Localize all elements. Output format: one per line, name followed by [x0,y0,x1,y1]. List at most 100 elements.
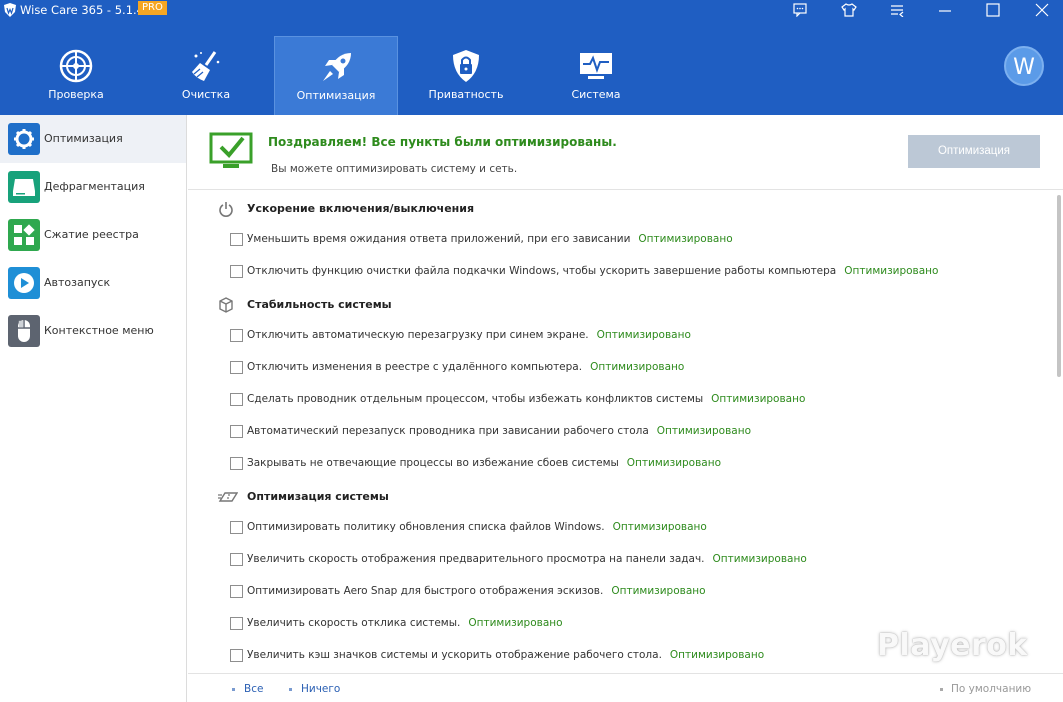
checkbox[interactable] [230,649,243,662]
title-bar: Wise Care 365 - 5.1.4 PRO [0,0,1063,20]
maximize-button[interactable] [977,0,1009,20]
registry-icon [8,219,40,251]
checkbox[interactable] [230,585,243,598]
sidebar-item-label: Сжатие реестра [44,228,139,241]
item-label: Оптимизировать Aero Snap для быстрого от… [247,585,604,597]
section-title: Стабильность системы [247,298,392,311]
default-link[interactable]: По умолчанию [951,683,1031,695]
status-label: Оптимизировано [468,617,563,629]
watermark: Playerok [877,628,1028,663]
checkbox[interactable] [230,265,243,278]
item-label: Закрывать не отвечающие процессы во избе… [247,457,619,469]
power-icon [219,202,233,217]
select-all-link[interactable]: Все [244,683,263,695]
sidebar-item-label: Оптимизация [44,132,123,145]
item-label: Увеличить скорость отображения предварит… [247,553,705,565]
main-panel: Поздравляем! Все пункты были оптимизиров… [188,115,1063,702]
checkbox[interactable] [230,233,243,246]
banner-title: Поздравляем! Все пункты были оптимизиров… [268,135,617,149]
tab-scan-label: Проверка [48,88,104,101]
item-label: Увеличить кэш значков системы и ускорить… [247,649,662,661]
section-title: Оптимизация системы [247,490,389,503]
minimize-icon [939,10,951,12]
select-none-link[interactable]: Ничего [301,683,340,695]
shirt-icon [841,3,857,17]
checkbox[interactable] [230,425,243,438]
tab-optimize[interactable]: Оптимизация [274,36,398,115]
monitor-icon [580,53,612,79]
status-label: Оптимизировано [711,393,806,405]
section-title: Ускорение включения/выключения [247,202,475,215]
item-label: Оптимизировать политику обновления списк… [247,521,605,533]
tab-scan[interactable]: Проверка [14,36,138,115]
user-avatar[interactable]: W [1004,46,1044,86]
banner-subtitle: Вы можете оптимизировать систему и сеть. [271,163,518,175]
checkbox[interactable] [230,457,243,470]
item-label: Автоматический перезапуск проводника при… [247,425,649,437]
checkbox[interactable] [230,361,243,374]
bullet-icon [232,688,235,691]
app-logo-icon [4,3,16,17]
check-monitor-icon [209,132,253,168]
tab-optimize-label: Оптимизация [296,89,376,102]
status-label: Оптимизировано [844,265,939,277]
close-button[interactable] [1026,0,1058,20]
close-icon [1035,3,1049,17]
sidebar-item-defrag[interactable]: Дефрагментация [0,163,186,211]
item-label: Уменьшить время ожидания ответа приложен… [247,233,631,245]
bullet-icon [289,688,292,691]
sidebar-item-startup[interactable]: Автозапуск [0,259,186,307]
sidebar-item-context-menu[interactable]: Контекстное меню [0,307,186,355]
maximize-icon [986,3,1000,17]
checkbox[interactable] [230,617,243,630]
sidebar-item-optimize[interactable]: Оптимизация [0,115,186,163]
item-label: Отключить изменения в реестре с удалённо… [247,361,583,373]
tab-system-label: Система [571,88,621,101]
disk-icon [8,171,40,203]
cube-icon [219,297,233,313]
sidebar-item-label: Дефрагментация [44,180,145,193]
radar-icon [59,49,93,83]
mouse-icon [8,315,40,347]
pro-badge: PRO [138,1,167,15]
menu-button[interactable] [881,0,913,20]
checkbox[interactable] [230,393,243,406]
feedback-button[interactable] [784,0,816,20]
item-label: Увеличить скорость отклика системы. [247,617,461,629]
sidebar-item-label: Контекстное меню [44,324,154,337]
sidebar-item-registry[interactable]: Сжатие реестра [0,211,186,259]
status-label: Оптимизировано [712,553,807,565]
checkbox[interactable] [230,553,243,566]
optimization-list: Ускорение включения/выключения Уменьшить… [188,191,1063,673]
status-label: Оптимизировано [669,649,765,661]
optimize-button[interactable]: Оптимизация [908,135,1040,168]
item-label: Отключить функцию очистки файла подкачки… [247,265,837,277]
tab-privacy-label: Приватность [428,88,504,101]
menu-icon [891,5,904,17]
tab-system[interactable]: Система [534,36,658,115]
status-label: Оптимизировано [611,585,706,597]
sidebar-item-label: Автозапуск [44,276,111,289]
status-banner: Поздравляем! Все пункты были оптимизиров… [188,115,1063,190]
checkbox[interactable] [230,329,243,342]
bullet-icon [940,688,943,691]
status-label: Оптимизировано [638,233,733,245]
lock-icon [453,50,479,82]
status-label: Оптимизировано [596,329,691,341]
speed-icon [218,492,238,502]
rocket-icon [323,53,351,81]
checkbox[interactable] [230,521,243,534]
list-footer: Все Ничего По умолчанию [188,673,1063,702]
status-label: Оптимизировано [656,425,752,437]
skin-button[interactable] [833,0,865,20]
sidebar: Оптимизация Дефрагментация Сжатие реестр… [0,115,187,702]
status-label: Оптимизировано [590,361,685,373]
tab-privacy[interactable]: Приватность [404,36,528,115]
chat-icon [793,3,807,17]
broom-icon [192,51,220,81]
tab-clean[interactable]: Очистка [144,36,268,115]
minimize-button[interactable] [929,0,961,20]
status-label: Оптимизировано [626,457,722,469]
scrollbar-thumb[interactable] [1057,195,1061,377]
item-label: Отключить автоматическую перезагрузку пр… [247,329,589,341]
